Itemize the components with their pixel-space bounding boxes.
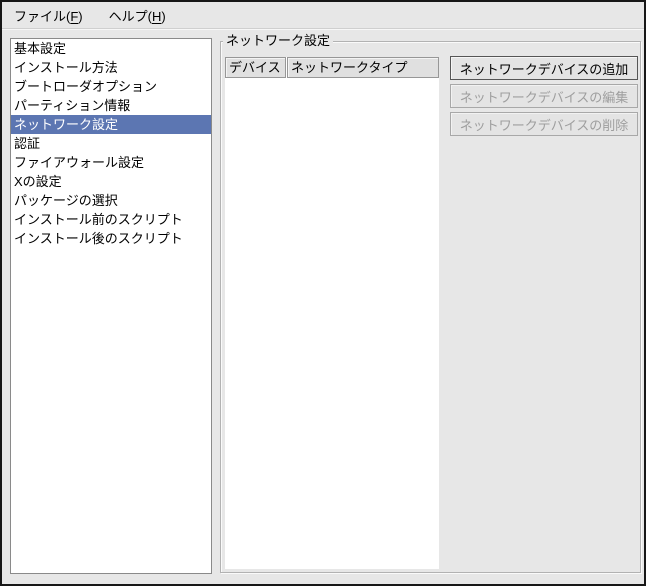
menu-help-accelerator: H xyxy=(152,9,161,24)
table-body-empty[interactable] xyxy=(225,78,439,569)
application-window: ファイル(F) ヘルプ(H) 基本設定 インストール方法 ブートローダオプション… xyxy=(0,0,646,586)
column-header-device[interactable]: デバイス xyxy=(225,57,286,78)
menu-help-label: ヘルプ( xyxy=(109,9,152,24)
menu-help-label-close: ) xyxy=(161,9,165,24)
sidebar-item-partition-info[interactable]: パーティション情報 xyxy=(11,96,211,115)
menu-bar: ファイル(F) ヘルプ(H) xyxy=(2,2,644,29)
sidebar-item-post-install-script[interactable]: インストール後のスクリプト xyxy=(11,229,211,248)
sidebar-item-authentication[interactable]: 認証 xyxy=(11,134,211,153)
sidebar-item-x-configuration[interactable]: Xの設定 xyxy=(11,172,211,191)
sidebar-item-bootloader-options[interactable]: ブートローダオプション xyxy=(11,77,211,96)
section-list: 基本設定 インストール方法 ブートローダオプション パーティション情報 ネットワ… xyxy=(10,38,212,574)
sidebar-item-installation-method[interactable]: インストール方法 xyxy=(11,58,211,77)
edit-network-device-button[interactable]: ネットワークデバイスの編集 xyxy=(450,84,638,108)
sidebar-item-package-selection[interactable]: パッケージの選択 xyxy=(11,191,211,210)
column-header-network-type[interactable]: ネットワークタイプ xyxy=(287,57,439,78)
menu-help[interactable]: ヘルプ(H) xyxy=(109,6,166,25)
sidebar-item-network-settings[interactable]: ネットワーク設定 xyxy=(11,115,211,134)
sidebar-item-basic-settings[interactable]: 基本設定 xyxy=(11,39,211,58)
menu-file-label: ファイル( xyxy=(14,9,70,24)
network-device-table: デバイス ネットワークタイプ xyxy=(225,57,439,569)
sidebar-item-firewall-settings[interactable]: ファイアウォール設定 xyxy=(11,153,211,172)
add-network-device-button[interactable]: ネットワークデバイスの追加 xyxy=(450,56,638,80)
network-settings-frame-title: ネットワーク設定 xyxy=(223,33,333,48)
menu-file-label-close: ) xyxy=(78,9,82,24)
delete-network-device-button[interactable]: ネットワークデバイスの削除 xyxy=(450,112,638,136)
table-header-row: デバイス ネットワークタイプ xyxy=(225,57,439,78)
sidebar-item-pre-install-script[interactable]: インストール前のスクリプト xyxy=(11,210,211,229)
menu-file[interactable]: ファイル(F) xyxy=(14,6,83,25)
